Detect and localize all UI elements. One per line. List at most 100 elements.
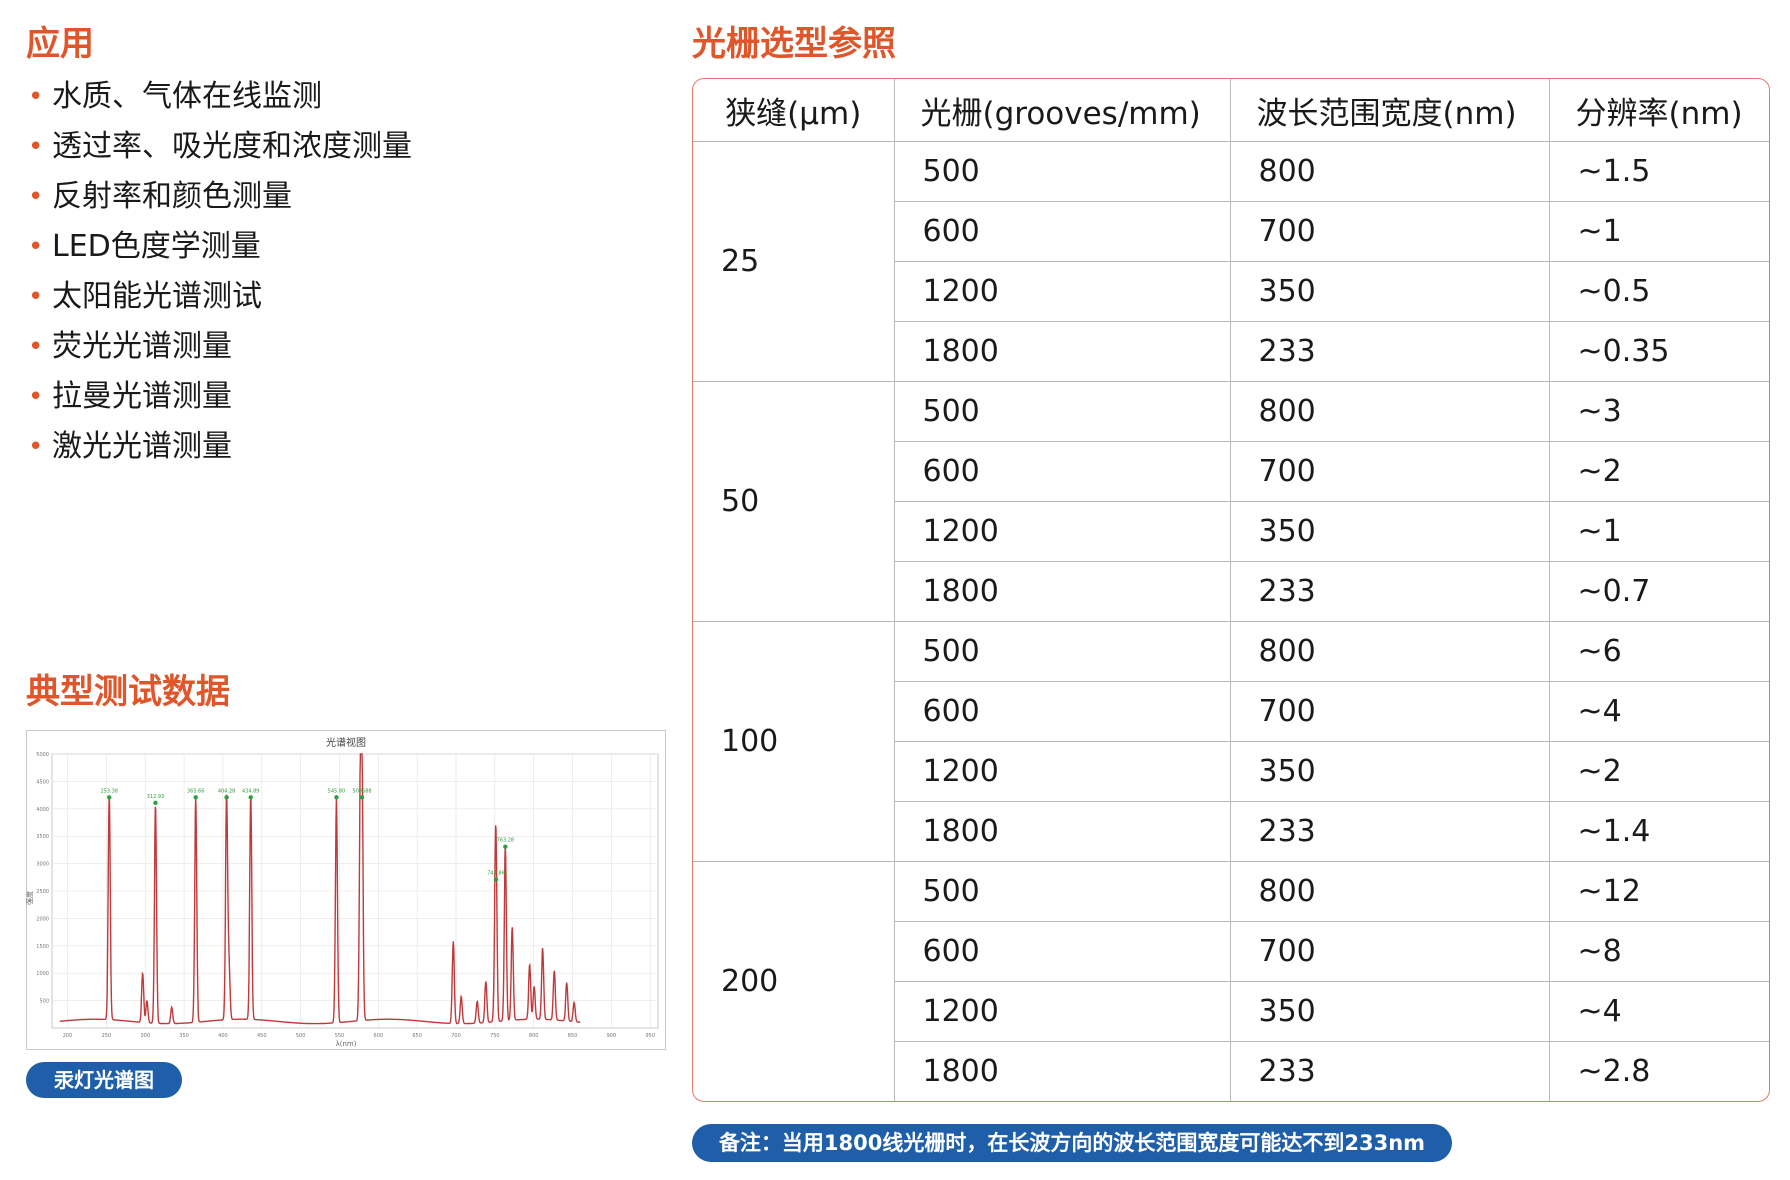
grooves-cell: 1800 (894, 801, 1231, 862)
resolution-cell: ~0.5 (1548, 261, 1769, 322)
application-label: 透过率、吸光度和浓度测量 (52, 129, 412, 164)
grooves-cell: 600 (894, 681, 1231, 742)
x-tick-label: 250 (102, 1033, 112, 1039)
peak-label: 253.38 (100, 788, 118, 794)
x-tick-label: 350 (179, 1033, 189, 1039)
x-tick-label: 900 (607, 1033, 617, 1039)
peak-label: 312.93 (147, 794, 165, 800)
resolution-cell: ~0.7 (1548, 561, 1769, 622)
grating-note-badge: 备注：当用1800线光栅时，在长波方向的波长范围宽度可能达不到233nm (692, 1124, 1452, 1162)
application-item: • LED色度学测量 (26, 222, 412, 272)
grooves-cell: 600 (894, 921, 1231, 982)
peak-marker (248, 795, 253, 800)
peak-marker (193, 795, 198, 800)
application-label: LED色度学测量 (52, 229, 261, 264)
y-tick-label: 3000 (36, 862, 49, 868)
peak-marker (359, 795, 365, 800)
resolution-cell: ~2 (1548, 741, 1769, 802)
y-tick-label: 5000 (36, 752, 49, 758)
grating-table: 狭缝(μm) 光栅(grooves/mm) 波长范围宽度(nm) 分辨率(nm)… (693, 79, 1769, 1101)
bullet-icon: • (28, 232, 44, 262)
peak-label: 434.89 (242, 788, 260, 794)
resolution-cell: ~1.5 (1548, 141, 1769, 202)
typical-data-title: 典型测试数据 (26, 672, 230, 712)
grooves-cell: 1800 (894, 321, 1231, 382)
grating-table-row: 25 500 800 ~1.5 (693, 141, 1769, 382)
x-tick-label: 800 (529, 1033, 539, 1039)
chart-y-axis-label: 强度 (26, 891, 34, 905)
grooves-cell: 500 (893, 621, 1231, 682)
peak-marker (107, 795, 112, 800)
grooves-cell: 500 (893, 141, 1231, 202)
wavelength-range-cell: 233 (1229, 1041, 1550, 1101)
bullet-icon: • (28, 82, 44, 112)
application-label: 反射率和颜色测量 (52, 179, 292, 214)
bullet-icon: • (28, 182, 44, 212)
grating-table-container: 狭缝(μm) 光栅(grooves/mm) 波长范围宽度(nm) 分辨率(nm)… (692, 78, 1770, 1102)
wavelength-range-cell: 233 (1229, 321, 1550, 382)
wavelength-range-cell: 350 (1229, 741, 1550, 802)
grating-selection-title: 光栅选型参照 (692, 24, 896, 64)
resolution-cell: ~1.4 (1548, 801, 1769, 862)
wavelength-range-cell: 700 (1229, 441, 1550, 502)
x-tick-label: 850 (568, 1033, 578, 1039)
wavelength-range-cell: 800 (1229, 621, 1550, 682)
grating-table-header-row: 狭缝(μm) 光栅(grooves/mm) 波长范围宽度(nm) 分辨率(nm) (693, 79, 1769, 142)
x-tick-label: 300 (140, 1033, 150, 1039)
resolution-cell: ~2.8 (1548, 1041, 1769, 1101)
wavelength-range-cell: 350 (1229, 981, 1550, 1042)
application-label: 拉曼光谱测量 (52, 379, 232, 414)
grooves-cell: 1800 (894, 1041, 1231, 1101)
peak-label: 404.28 (218, 788, 236, 794)
x-tick-label: 700 (451, 1033, 461, 1039)
grooves-cell: 1200 (894, 741, 1231, 802)
grooves-cell: 1200 (894, 501, 1231, 562)
y-tick-label: 2000 (36, 916, 49, 922)
x-tick-label: 650 (412, 1033, 422, 1039)
resolution-cell: ~8 (1548, 921, 1769, 982)
application-item: • 透过率、吸光度和浓度测量 (26, 122, 412, 172)
header-grating: 光栅(grooves/mm) (893, 79, 1231, 142)
wavelength-range-cell: 700 (1229, 921, 1550, 982)
chart-title: 光谱视图 (326, 736, 366, 749)
grating-table-body: 25 500 800 ~1.5 600 700 ~1 1200 350 ~0.5 1800 233 ~0… (693, 141, 1769, 1101)
application-item: • 激光光谱测量 (26, 422, 412, 472)
wavelength-range-cell: 800 (1229, 141, 1550, 202)
bullet-icon: • (28, 132, 44, 162)
application-label: 水质、气体在线监测 (52, 79, 322, 114)
grating-table-row: 50 500 800 ~3 (693, 381, 1769, 622)
bullet-icon: • (28, 332, 44, 362)
wavelength-range-cell: 700 (1229, 201, 1550, 262)
grooves-cell: 1200 (894, 261, 1231, 322)
resolution-cell: ~4 (1548, 981, 1769, 1042)
resolution-cell: ~1 (1548, 501, 1769, 562)
x-tick-label: 750 (490, 1033, 500, 1039)
resolution-cell: ~0.35 (1548, 321, 1769, 382)
peak-marker (153, 800, 158, 805)
x-tick-label: 450 (257, 1033, 267, 1039)
y-tick-label: 1000 (36, 971, 49, 977)
application-label: 激光光谱测量 (52, 429, 232, 464)
applications-title: 应用 (26, 24, 94, 64)
y-tick-label: 3500 (36, 834, 49, 840)
grating-table-row: 200 500 800 ~12 (693, 861, 1769, 1101)
wavelength-range-cell: 233 (1229, 561, 1550, 622)
slit-cell: 100 (693, 621, 895, 862)
chart-caption-badge: 汞灯光谱图 (26, 1062, 182, 1098)
wavelength-range-cell: 350 (1229, 501, 1550, 562)
bullet-icon: • (28, 432, 44, 462)
grooves-cell: 600 (894, 441, 1231, 502)
resolution-cell: ~4 (1548, 681, 1769, 742)
peak-label: 743.86 (487, 871, 505, 877)
y-tick-label: 4500 (36, 779, 49, 785)
grooves-cell: 500 (893, 861, 1231, 922)
peak-label: 508688 (353, 788, 372, 794)
resolution-cell: ~2 (1548, 441, 1769, 502)
header-wavelength-range: 波长范围宽度(nm) (1229, 79, 1550, 142)
resolution-cell: ~6 (1548, 621, 1769, 682)
grooves-cell: 500 (893, 381, 1231, 442)
peak-marker (493, 877, 499, 882)
peak-label: 365.66 (187, 788, 205, 794)
application-item: • 水质、气体在线监测 (26, 72, 412, 122)
application-item: • 反射率和颜色测量 (26, 172, 412, 222)
